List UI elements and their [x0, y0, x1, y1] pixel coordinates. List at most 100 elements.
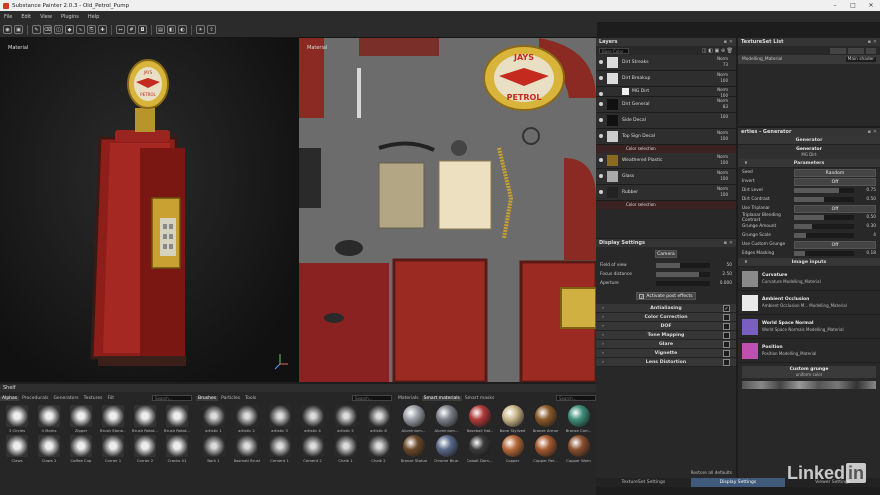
shelf-item[interactable]: Copper Worn: [563, 435, 594, 463]
shelf-item[interactable]: Cement 1: [264, 435, 295, 463]
clone-icon[interactable]: ⎘: [87, 25, 96, 34]
layer-row[interactable]: Dirt General Norm 83: [596, 97, 736, 113]
shelf-item[interactable]: Claws 2: [34, 435, 64, 463]
layer-row[interactable]: Side Decal 100: [596, 113, 736, 129]
focus-slider[interactable]: [656, 272, 710, 277]
camera-section-button[interactable]: Camera: [655, 250, 677, 258]
geometry-fill-icon[interactable]: ◆: [65, 25, 74, 34]
shelf-item[interactable]: Brush Rotat...: [130, 405, 160, 433]
post-effects-toggle[interactable]: ✓ Activate post effects: [636, 292, 696, 300]
tab-textureset-settings[interactable]: TextureSet Settings: [596, 478, 691, 487]
shelf-item[interactable]: Chalk 2: [363, 435, 394, 463]
color-selection-mask[interactable]: Color selection: [596, 145, 736, 153]
parameter-slider[interactable]: [794, 233, 854, 238]
layer-row[interactable]: Glass Norm 100: [596, 169, 736, 185]
symmetry-icon[interactable]: ⇔: [116, 25, 125, 34]
shelf-item[interactable]: Claws: [2, 435, 32, 463]
section-enable-checkbox[interactable]: [723, 331, 730, 339]
shelf-tab[interactable]: Tools: [243, 396, 258, 401]
parameter-slider[interactable]: [794, 251, 854, 256]
shelf-tab[interactable]: Smart masks: [463, 396, 496, 401]
shelf-tab[interactable]: Brushes: [196, 395, 219, 401]
visibility-eye-icon[interactable]: [599, 92, 603, 96]
section-enable-checkbox[interactable]: [723, 322, 730, 330]
iray-icon[interactable]: ☀: [196, 25, 205, 34]
projection-icon[interactable]: ◫: [54, 25, 63, 34]
image-inputs-section[interactable]: ∨ Image inputs: [738, 258, 880, 267]
textureset-item[interactable]: Modelling_Material Main shader: [738, 55, 880, 64]
post-effect-section[interactable]: › Antialiasing ✓: [596, 304, 736, 313]
section-enable-checkbox[interactable]: [723, 358, 730, 366]
shelf-tab[interactable]: Generators: [51, 396, 80, 401]
parameter-slider[interactable]: [794, 215, 854, 220]
visibility-eye-icon[interactable]: [599, 174, 603, 178]
image-input-slot[interactable]: World Space Normal World Space Normals Mo…: [738, 315, 880, 339]
parameter-slider[interactable]: [794, 224, 854, 229]
shelf-tab[interactable]: Materials: [396, 396, 421, 401]
section-enable-checkbox[interactable]: [723, 349, 730, 357]
shelf-item[interactable]: Bark 1: [198, 435, 229, 463]
shelf-item[interactable]: Aluminium...: [398, 405, 429, 433]
layer-row[interactable]: Rubber Norm 100: [596, 185, 736, 201]
parameter-slider[interactable]: [794, 197, 854, 202]
menu-view[interactable]: View: [40, 14, 52, 20]
fov-slider[interactable]: [656, 263, 710, 268]
image-input-slot[interactable]: Curvature Curvature Modelling_Material: [738, 267, 880, 291]
shelf-item[interactable]: Corner 1: [98, 435, 128, 463]
shelf-item[interactable]: Cobalt Dam...: [464, 435, 495, 463]
tab-display-settings[interactable]: Display Settings: [690, 478, 786, 487]
viewport-3d[interactable]: Material JAYS PETROL: [0, 38, 299, 382]
view-mode-icon[interactable]: ▤: [156, 25, 165, 34]
parameter-button[interactable]: Off: [794, 240, 876, 249]
layer-row[interactable]: Weathered Plastic Norm 100: [596, 153, 736, 169]
shelf-item[interactable]: Cracks 01: [162, 435, 192, 463]
visibility-eye-icon[interactable]: [599, 60, 603, 64]
shelf-item[interactable]: Baseball Hat...: [464, 405, 495, 433]
layer-row[interactable]: Dirt Breakup Norm 100: [596, 71, 736, 87]
shelf-item[interactable]: Chrome Blue...: [431, 435, 462, 463]
save-icon[interactable]: ▣: [14, 25, 23, 34]
section-enable-checkbox[interactable]: [723, 340, 730, 348]
visibility-eye-icon[interactable]: [599, 76, 603, 80]
smudge-icon[interactable]: ∿: [76, 25, 85, 34]
shelf-item[interactable]: Copper: [497, 435, 528, 463]
shelf-item[interactable]: artistic 5: [330, 405, 361, 433]
restore-defaults-button[interactable]: Restore all defaults: [691, 471, 732, 476]
layer-list[interactable]: Dirt Streaks Norm 73 Dirt Breakup Norm 100 MG …: [596, 55, 736, 209]
export-icon[interactable]: ⇪: [207, 25, 216, 34]
post-effect-section[interactable]: › DOF: [596, 322, 736, 331]
shelf-item[interactable]: Cement 2: [297, 435, 328, 463]
parameter-slider[interactable]: [794, 188, 854, 193]
layer-row[interactable]: Dirt Streaks Norm 73: [596, 55, 736, 71]
shelf-tab[interactable]: Filt: [105, 396, 116, 401]
layer-actions-icon[interactable]: ◫ ◧ ▣ ⊕ 🗑: [702, 48, 736, 54]
lock-icon[interactable]: ◘: [138, 25, 147, 34]
viewport-2d[interactable]: Material JAYS PETROL: [299, 38, 596, 382]
shelf-tab[interactable]: Alphas: [0, 395, 20, 401]
shader-select[interactable]: Main shader: [845, 57, 876, 62]
post-effect-section[interactable]: › Tone Mapping: [596, 331, 736, 340]
maximize-button[interactable]: □: [844, 0, 862, 11]
menu-edit[interactable]: Edit: [21, 14, 31, 20]
minimize-button[interactable]: –: [826, 0, 844, 11]
paint-brush-icon[interactable]: ✎: [32, 25, 41, 34]
shelf-item[interactable]: Bronze Armor: [530, 405, 561, 433]
visibility-eye-icon[interactable]: [599, 134, 603, 138]
shelf-item[interactable]: 4 Marks: [34, 405, 64, 433]
post-effect-section[interactable]: › Vignette: [596, 349, 736, 358]
post-effect-section[interactable]: › Glare: [596, 340, 736, 349]
menu-help[interactable]: Help: [88, 14, 99, 20]
visibility-eye-icon[interactable]: [599, 102, 603, 106]
layer-row[interactable]: Top Sign Decal Norm 100: [596, 129, 736, 145]
shelf-item[interactable]: Copper Rel...: [530, 435, 561, 463]
post-effect-section[interactable]: › Lens Distortion: [596, 358, 736, 367]
split-view-icon[interactable]: ◧: [167, 25, 176, 34]
grunge-thumbnail-strip[interactable]: [742, 381, 876, 389]
visibility-eye-icon[interactable]: [599, 190, 603, 194]
shelf-item[interactable]: artistic 6: [363, 405, 394, 433]
shelf-item[interactable]: Bronze Corr...: [563, 405, 594, 433]
shelf-item[interactable]: Corner 2: [130, 435, 160, 463]
shelf-tab[interactable]: Textures: [82, 396, 105, 401]
shelf-search-input[interactable]: Search...: [152, 395, 192, 401]
shelf-search-input[interactable]: Search...: [556, 395, 596, 401]
